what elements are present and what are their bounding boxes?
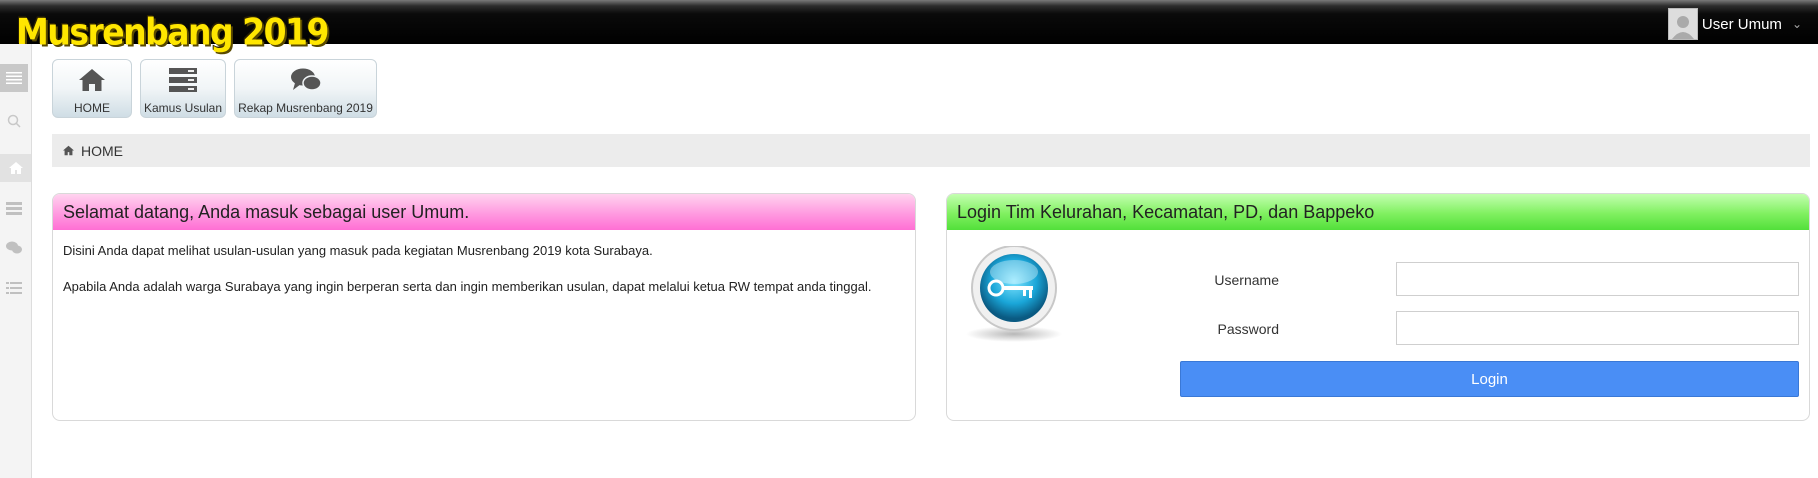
menu-toggle-icon — [6, 72, 22, 84]
login-button[interactable]: Login — [1180, 361, 1799, 397]
app-title[interactable]: Musrenbang 2019 — [16, 8, 329, 56]
login-panel: Login Tim Kelurahan, Kecamatan, PD, dan … — [946, 193, 1810, 421]
user-name: User Umum — [1701, 15, 1782, 33]
login-panel-title: Login Tim Kelurahan, Kecamatan, PD, dan … — [947, 194, 1809, 230]
shortcut-rekap-musrenbang[interactable]: Rekap Musrenbang 2019 — [234, 59, 377, 118]
welcome-panel: Selamat datang, Anda masuk sebagai user … — [52, 193, 916, 421]
menu-toggle-button[interactable] — [0, 64, 28, 92]
comments-icon — [290, 68, 321, 91]
welcome-paragraph-1: Disini Anda dapat melihat usulan-usulan … — [63, 243, 653, 258]
sidebar — [0, 44, 32, 478]
user-menu[interactable]: User Umum ⌄ — [1667, 8, 1802, 40]
list-lines-icon — [6, 282, 22, 294]
welcome-paragraph-2: Apabila Anda adalah warga Surabaya yang … — [63, 279, 872, 294]
welcome-panel-body: Disini Anda dapat melihat usulan-usulan … — [53, 230, 915, 326]
shortcut-home[interactable]: HOME — [52, 59, 132, 118]
sidebar-item-home[interactable] — [0, 154, 31, 182]
home-icon — [8, 162, 23, 174]
username-label: Username — [1214, 272, 1279, 288]
password-input[interactable] — [1396, 311, 1799, 345]
breadcrumb-home[interactable]: HOME — [81, 143, 123, 159]
password-label: Password — [1217, 321, 1279, 337]
shortcut-rekap-label: Rekap Musrenbang 2019 — [238, 101, 373, 115]
welcome-panel-title: Selamat datang, Anda masuk sebagai user … — [53, 194, 915, 230]
home-icon — [79, 69, 105, 91]
server-icon — [169, 68, 197, 92]
username-input[interactable] — [1396, 262, 1799, 296]
comments-icon — [6, 241, 22, 254]
breadcrumb: HOME — [52, 134, 1810, 167]
search-icon — [7, 114, 21, 128]
list-icon — [6, 201, 22, 215]
sidebar-item-rekap[interactable] — [0, 234, 28, 262]
top-bar: Musrenbang 2019 User Umum ⌄ — [0, 0, 1818, 53]
home-icon — [62, 145, 75, 156]
shortcut-kamus-usulan[interactable]: Kamus Usulan — [140, 59, 226, 118]
chevron-down-icon: ⌄ — [1791, 17, 1802, 31]
sidebar-item-search[interactable] — [0, 107, 28, 135]
sidebar-item-kamus[interactable] — [0, 194, 28, 222]
user-silhouette-icon — [1671, 16, 1694, 39]
shortcut-home-label: HOME — [74, 101, 110, 115]
sidebar-item-list[interactable] — [0, 274, 28, 302]
shortcut-kamus-usulan-label: Kamus Usulan — [143, 101, 223, 115]
avatar — [1667, 8, 1698, 40]
key-icon — [966, 246, 1062, 342]
